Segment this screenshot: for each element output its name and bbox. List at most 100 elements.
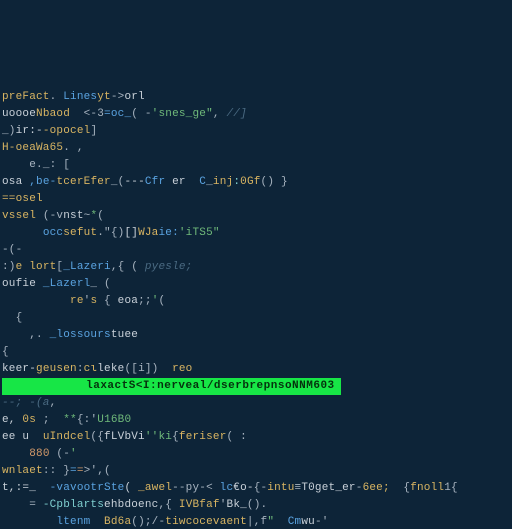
- token-op: ,.: [29, 329, 49, 341]
- token-op: (: [97, 210, 104, 222]
- token-var: €o-: [233, 482, 253, 494]
- code-line[interactable]: laxactS<I:nerveal/dserbrepnsoNNM603: [0, 378, 512, 395]
- token-fn: re: [70, 295, 84, 307]
- token-op: ,{: [111, 261, 125, 273]
- token-op: ->: [111, 91, 125, 103]
- code-line[interactable]: uoooeNbaod <-3=oc_( -'snes_ge", //]: [0, 106, 512, 123]
- token-fn: intu: [267, 482, 294, 494]
- token-fn: tiwcocevaent: [165, 516, 247, 528]
- code-line[interactable]: -(-: [0, 242, 512, 259]
- token-var: (: [124, 482, 138, 494]
- token-fn: reo: [172, 363, 192, 375]
- token-var: er: [165, 176, 199, 188]
- token-op: >',(: [84, 465, 111, 477]
- code-line[interactable]: {: [0, 310, 512, 327]
- code-line[interactable]: e, 0s ; **{:'U16B0: [0, 412, 512, 429]
- token-fn: uIndcel: [43, 431, 91, 443]
- code-line[interactable]: occsefut."{)[]WJaie:'iTS5": [0, 225, 512, 242]
- token-op: -(-: [2, 244, 22, 256]
- code-editor[interactable]: preFact. Linesyt->orluoooeNbaod <-3=oc_(…: [0, 85, 512, 529]
- token-fn: Nbaod: [36, 108, 70, 120]
- token-op: |,f: [247, 516, 267, 528]
- token-fn: yt: [97, 91, 111, 103]
- token-fn: cι: [84, 363, 98, 375]
- code-line[interactable]: preFact. Linesyt->orl: [0, 89, 512, 106]
- token-kw: ie:: [158, 227, 178, 239]
- token-kw: =: [70, 465, 77, 477]
- token-var: keer-: [2, 363, 36, 375]
- token-var: t,:=_: [2, 482, 36, 494]
- token-cm: --; -(a: [2, 397, 50, 409]
- token-op: {: [104, 295, 111, 307]
- token-op: {: [172, 431, 179, 443]
- code-line[interactable]: vssel (-vnst~*(: [0, 208, 512, 225]
- token-var: T0get_er: [301, 482, 355, 494]
- token-op: ( :: [227, 431, 247, 443]
- code-line[interactable]: ee u uIndcel({fLVbVi''ki{feriser( :: [0, 429, 512, 446]
- code-line[interactable]: {: [0, 344, 512, 361]
- token-op: ,: [50, 397, 57, 409]
- token-op: ,: [213, 108, 220, 120]
- code-line[interactable]: keer-geusen:cιleke([i]) reo: [0, 361, 512, 378]
- token-op: 1{: [444, 482, 458, 494]
- token-op: (: [124, 261, 138, 273]
- token-kw: _Lazeri: [63, 261, 111, 273]
- code-line[interactable]: 880 (-': [0, 446, 512, 463]
- token-op: -: [158, 516, 165, 528]
- token-var: fLVbVi: [104, 431, 145, 443]
- token-var: nst: [63, 210, 83, 222]
- code-line[interactable]: H-oeaWa65. ,: [0, 140, 512, 157]
- code-line[interactable]: wnlaet:: }==>',(: [0, 463, 512, 480]
- token-op: --py-<: [172, 482, 220, 494]
- token-fn: s: [90, 295, 104, 307]
- token-var: ---: [124, 176, 144, 188]
- token-fn: _awel: [138, 482, 172, 494]
- token-var: tuee: [111, 329, 138, 341]
- token-kw: =oc_: [104, 108, 131, 120]
- token-op: <-3: [70, 108, 104, 120]
- token-var: orl: [124, 91, 144, 103]
- token-op: _: [206, 176, 213, 188]
- token-op: (-v: [36, 210, 63, 222]
- code-line[interactable]: ==osel: [0, 191, 512, 208]
- token-var: leke: [97, 363, 124, 375]
- token-var: e,: [2, 414, 22, 426]
- code-line[interactable]: _)ir:--opocel]: [0, 123, 512, 140]
- token-str: ': [70, 448, 77, 460]
- token-op: -: [356, 482, 363, 494]
- token-op: -': [315, 516, 329, 528]
- token-var: uoooe: [2, 108, 36, 120]
- code-line[interactable]: e._: [: [0, 157, 512, 174]
- token-fn: sefut: [63, 227, 97, 239]
- token-op: ;: [36, 414, 63, 426]
- token-str: ": [267, 516, 274, 528]
- token-kw: _lossours: [50, 329, 111, 341]
- token-var: wu: [301, 516, 315, 528]
- code-line[interactable]: t,:=_ -vavootrSte( _awel--py-< lc€o-{-in…: [0, 480, 512, 497]
- token-var: osa: [2, 176, 29, 188]
- token-op: :: }: [43, 465, 70, 477]
- code-line[interactable]: osa ,be-tcerEfer_(---Cfr er C_inj:0Gf() …: [0, 174, 512, 191]
- token-op: _ (: [90, 278, 110, 290]
- token-cm: //]: [220, 108, 247, 120]
- code-line[interactable]: --; -(a,: [0, 395, 512, 412]
- code-line[interactable]: oufie _Lazerl_ (: [0, 276, 512, 293]
- token-op: .: [50, 91, 64, 103]
- token-op: ( -: [131, 108, 151, 120]
- code-line[interactable]: ltenm Bd6a();/-tiwcocevaent|,f" Cmwu-': [0, 514, 512, 529]
- token-fn: geusen: [36, 363, 77, 375]
- token-hl: laxactS<I:nerveal/dserbrepnsoNNM603: [2, 378, 341, 395]
- token-op: (: [247, 499, 254, 511]
- code-line[interactable]: ,. _lossourstuee: [0, 327, 512, 344]
- token-fn: tcerEfer: [56, 176, 110, 188]
- token-op: {-: [254, 482, 268, 494]
- token-op: ]: [90, 125, 97, 137]
- code-line[interactable]: re's { eoa;;'(: [0, 293, 512, 310]
- token-op: .": [97, 227, 111, 239]
- token-op: ();/: [131, 516, 158, 528]
- token-op: =: [29, 499, 43, 511]
- code-line[interactable]: :)e lort[_Lazeri,{ ( pyesle;: [0, 259, 512, 276]
- token-var: [274, 516, 288, 528]
- token-op: }: [281, 176, 288, 188]
- token-str: U16B0: [97, 414, 131, 426]
